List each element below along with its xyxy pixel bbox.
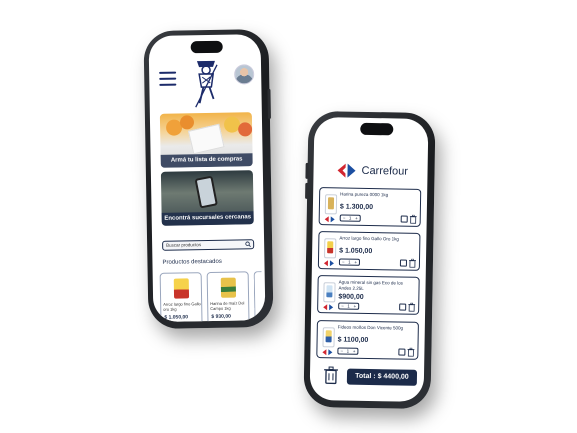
- item-name: Harina pureza 0000 1kg: [340, 191, 389, 198]
- character-logo-icon: [195, 60, 218, 108]
- item-checkbox[interactable]: [400, 215, 408, 223]
- carrefour-logo-icon: [324, 216, 335, 223]
- item-name: Arroz largo fino Gallo Oro 1kg: [339, 235, 399, 242]
- clear-cart-trash-icon[interactable]: [324, 366, 339, 385]
- trash-icon[interactable]: [409, 214, 417, 224]
- search-input[interactable]: Buscar productos: [162, 239, 255, 251]
- store-name: Carrefour: [361, 164, 409, 178]
- product-image: [324, 194, 338, 215]
- quantity-stepper[interactable]: − 1 +: [337, 347, 359, 355]
- phone-cart-screen: Carrefour Harina pureza 0000 1kg $ 1.300…: [303, 110, 436, 410]
- increment-button[interactable]: +: [353, 349, 356, 354]
- store-header: Carrefour: [335, 162, 408, 179]
- dynamic-island: [360, 122, 394, 136]
- product-image: [220, 277, 237, 298]
- product-card[interactable]: Arroz largo fino Gallo oro 1kg $ 1.050,0…: [159, 272, 203, 322]
- increment-button[interactable]: +: [355, 216, 358, 221]
- carrefour-logo-icon: [323, 260, 334, 267]
- shopping-list-paper: [188, 123, 225, 155]
- item-checkbox[interactable]: [399, 259, 408, 267]
- total-button[interactable]: Total : $ 4400,00: [346, 368, 418, 386]
- cart-item[interactable]: Arroz largo fino Gallo Oro 1kg $ 1.050,0…: [317, 231, 421, 271]
- search-icon[interactable]: [245, 241, 251, 247]
- cart-item[interactable]: Harina pureza 0000 1kg $ 1.300,00 − 1 +: [318, 187, 422, 227]
- quantity-value: 1: [347, 303, 350, 309]
- cart-item[interactable]: Agua mineral sin gas Eco de los Andes 2.…: [317, 275, 420, 315]
- decrement-button[interactable]: −: [340, 349, 343, 354]
- cart-item[interactable]: Fideos moños Don Vicente 500g $ 1100,00 …: [316, 320, 419, 360]
- trash-icon[interactable]: [408, 258, 417, 268]
- increment-button[interactable]: +: [353, 304, 356, 309]
- mockup-stage: Armá tu lista de compras Encontrá sucurs…: [0, 0, 577, 433]
- item-price: $ 1100,00: [337, 336, 369, 344]
- item-price: $ 1.300,00: [339, 203, 374, 212]
- quantity-value: 1: [346, 348, 350, 354]
- product-name: Harina de maíz Del Campo 1kg: [210, 300, 245, 311]
- carrefour-logo-icon: [337, 163, 356, 178]
- product-card[interactable]: Harina de maíz Del Campo 1kg $ 930,00: [206, 271, 250, 322]
- power-button: [267, 88, 271, 119]
- build-list-card[interactable]: Armá tu lista de compras: [159, 112, 253, 168]
- card-caption: Encontrá sucursales cercanas: [161, 211, 254, 226]
- product-card-peek[interactable]: [253, 271, 263, 322]
- product-image: [322, 327, 335, 348]
- user-avatar[interactable]: [234, 64, 255, 85]
- cart-footer: Total : $ 4400,00: [310, 364, 425, 396]
- carrefour-logo-icon: [322, 349, 333, 356]
- card-caption: Armá tu lista de compras: [160, 153, 253, 168]
- volume-down-button: [305, 182, 309, 199]
- phone-home-screen: Armá tu lista de compras Encontrá sucurs…: [143, 28, 274, 330]
- product-name: Arroz largo fino Gallo oro 1kg: [163, 301, 201, 312]
- item-checkbox[interactable]: [398, 348, 406, 356]
- item-checkbox[interactable]: [399, 303, 407, 311]
- item-price: $ 1.050,00: [339, 247, 373, 256]
- cart-screen: Carrefour Harina pureza 0000 1kg $ 1.300…: [309, 117, 429, 402]
- find-stores-card[interactable]: Encontrá sucursales cercanas: [160, 170, 254, 226]
- quantity-stepper[interactable]: − 1 +: [338, 258, 361, 266]
- product-image: [323, 282, 336, 303]
- search-placeholder: Buscar productos: [166, 242, 202, 248]
- quantity-value: 1: [348, 259, 351, 265]
- section-title: Productos destacados: [162, 258, 222, 266]
- item-price: $900,00: [338, 293, 364, 301]
- product-price: $ 1.050,00: [164, 314, 189, 321]
- product-image: [324, 238, 337, 259]
- product-price: $ 930,00: [211, 313, 231, 320]
- item-name: Agua mineral sin gas Eco de los Andes 2.…: [338, 279, 403, 291]
- phone-in-hand-image: [194, 175, 218, 209]
- product-image: [173, 278, 190, 299]
- hamburger-menu-icon[interactable]: [159, 71, 177, 86]
- decrement-button[interactable]: −: [341, 304, 344, 309]
- volume-up-button: [305, 162, 309, 179]
- increment-button[interactable]: +: [354, 260, 357, 265]
- quantity-stepper[interactable]: − 1 +: [338, 302, 360, 310]
- trash-icon[interactable]: [408, 302, 416, 312]
- dynamic-island: [190, 40, 223, 54]
- carrefour-logo-icon: [323, 304, 334, 311]
- item-name: Fideos moños Don Vicente 500g: [337, 324, 404, 331]
- quantity-value: 1: [348, 215, 352, 221]
- trash-icon[interactable]: [407, 347, 415, 357]
- decrement-button[interactable]: −: [343, 216, 346, 221]
- decrement-button[interactable]: −: [342, 260, 345, 265]
- home-screen: Armá tu lista de compras Encontrá sucurs…: [148, 34, 266, 322]
- quantity-stepper[interactable]: − 1 +: [339, 214, 361, 222]
